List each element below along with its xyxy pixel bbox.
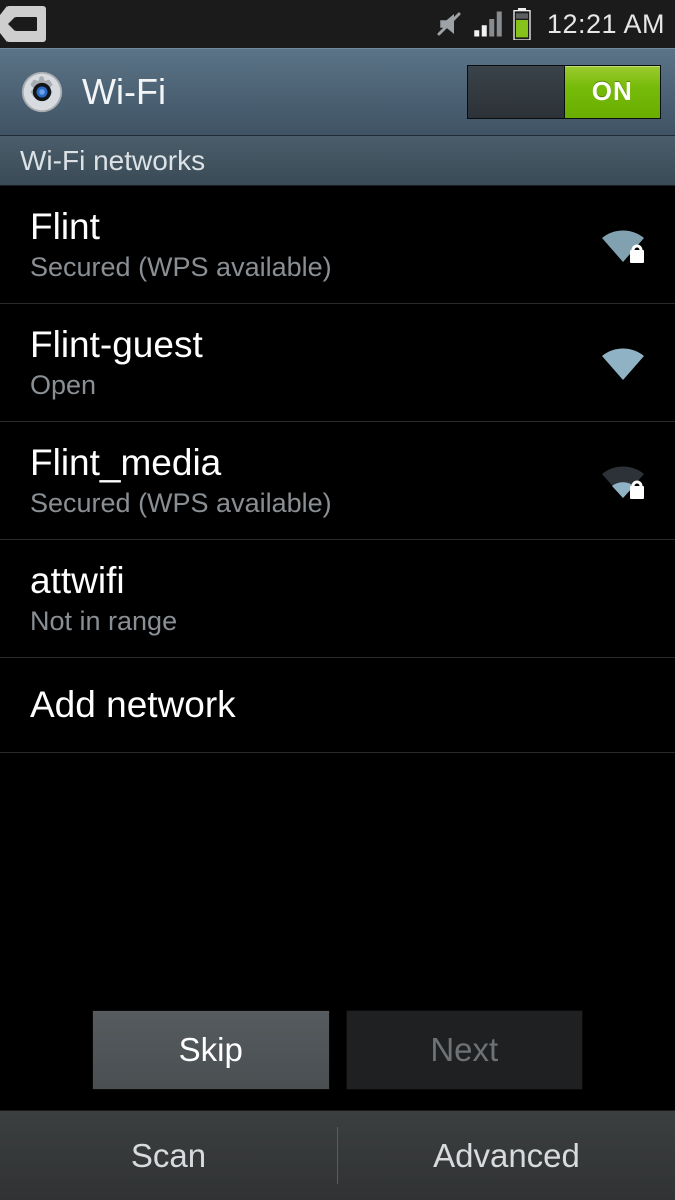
network-item[interactable]: Flint_media Secured (WPS available) (0, 422, 675, 540)
bottom-bar: Scan Advanced (0, 1110, 675, 1200)
network-status: Secured (WPS available) (30, 252, 595, 283)
wifi-toggle[interactable]: ON (467, 65, 661, 119)
page-title: Wi-Fi (82, 71, 467, 113)
wifi-signal-icon (595, 224, 651, 266)
clock: 12:21 AM (547, 9, 665, 40)
network-list: Flint Secured (WPS available) Flint-gues… (0, 186, 675, 753)
skip-button[interactable]: Skip (92, 1010, 330, 1090)
advanced-button[interactable]: Advanced (338, 1111, 675, 1200)
wifi-signal-icon (595, 460, 651, 502)
back-button[interactable] (6, 6, 46, 42)
mute-icon (434, 9, 464, 39)
toggle-on-label: ON (565, 66, 661, 118)
scan-button[interactable]: Scan (0, 1111, 337, 1200)
network-item[interactable]: Flint-guest Open (0, 304, 675, 422)
wifi-networks-section-label: Wi-Fi networks (0, 136, 675, 186)
network-status: Secured (WPS available) (30, 488, 595, 519)
network-name: attwifi (30, 560, 651, 602)
add-network-label: Add network (30, 684, 651, 726)
network-name: Flint_media (30, 442, 595, 484)
add-network-item[interactable]: Add network (0, 658, 675, 753)
network-name: Flint (30, 206, 595, 248)
gear-icon (18, 68, 66, 116)
cell-signal-icon (473, 9, 503, 39)
status-icons: 12:21 AM (434, 8, 665, 40)
status-bar: 12:21 AM (0, 0, 675, 48)
next-button[interactable]: Next (346, 1010, 584, 1090)
network-status: Not in range (30, 606, 651, 637)
network-item[interactable]: Flint Secured (WPS available) (0, 186, 675, 304)
network-status: Open (30, 370, 595, 401)
battery-icon (512, 8, 532, 40)
wizard-buttons: Skip Next (0, 1010, 675, 1110)
wifi-signal-icon (595, 342, 651, 384)
wifi-header: Wi-Fi ON (0, 48, 675, 136)
network-item[interactable]: attwifi Not in range (0, 540, 675, 658)
network-name: Flint-guest (30, 324, 595, 366)
